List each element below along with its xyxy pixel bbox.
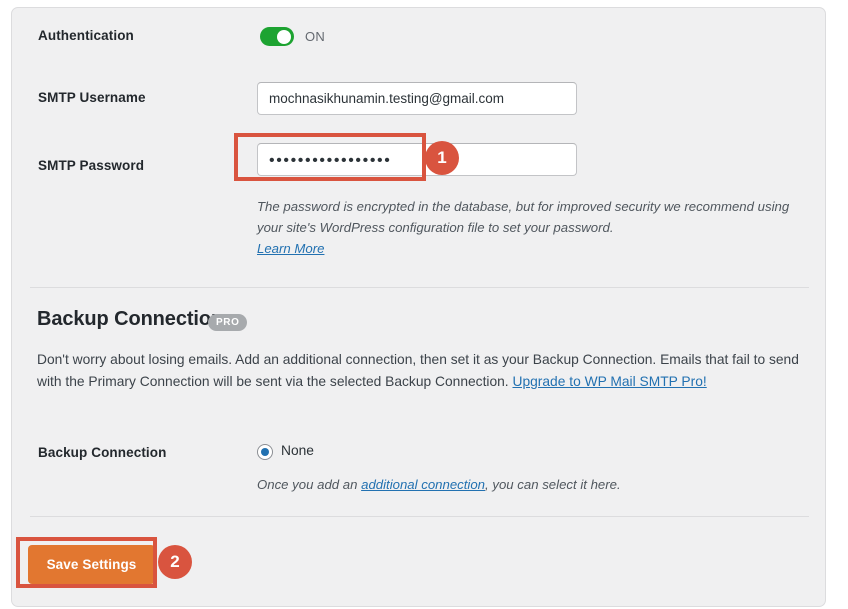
backup-connection-radio-none[interactable] — [257, 444, 273, 460]
annotation-badge-2: 2 — [158, 545, 192, 579]
divider-bottom — [30, 516, 809, 517]
authentication-label: Authentication — [38, 28, 134, 43]
smtp-password-help: The password is encrypted in the databas… — [257, 196, 825, 259]
backup-connection-radio-none-label[interactable]: None — [281, 443, 314, 458]
save-settings-button[interactable]: Save Settings — [28, 545, 155, 584]
authentication-toggle[interactable] — [260, 27, 294, 46]
smtp-password-help-line1: The password is encrypted in the databas… — [257, 199, 790, 214]
smtp-username-input[interactable] — [257, 82, 577, 115]
pro-badge: PRO — [208, 314, 248, 331]
authentication-toggle-state: ON — [305, 29, 326, 44]
backup-connection-help-prefix: Once you add an — [257, 477, 362, 492]
annotation-badge-1: 1 — [425, 141, 459, 175]
toggle-knob — [277, 29, 291, 44]
smtp-password-input[interactable]: ••••••••••••••••• — [257, 143, 577, 176]
settings-card: Authentication ON SMTP Username SMTP Pas… — [11, 7, 826, 607]
smtp-username-label: SMTP Username — [38, 90, 146, 105]
backup-connection-label: Backup Connection — [38, 445, 167, 460]
backup-connection-description: Don't worry about losing emails. Add an … — [37, 349, 825, 393]
backup-connection-help-suffix: , you can select it here. — [485, 477, 621, 492]
backup-connection-section-title: Backup Connection — [37, 308, 224, 330]
additional-connection-link[interactable]: additional connection — [361, 477, 485, 492]
radio-selected-dot — [261, 448, 269, 456]
smtp-password-label: SMTP Password — [38, 158, 145, 173]
learn-more-link[interactable]: Learn More — [257, 241, 324, 256]
smtp-password-help-line2: your site's WordPress configuration file… — [257, 220, 614, 235]
divider-top — [30, 287, 809, 288]
backup-connection-help: Once you add an additional connection, y… — [257, 474, 817, 495]
upgrade-pro-link[interactable]: Upgrade to WP Mail SMTP Pro! — [512, 374, 706, 389]
